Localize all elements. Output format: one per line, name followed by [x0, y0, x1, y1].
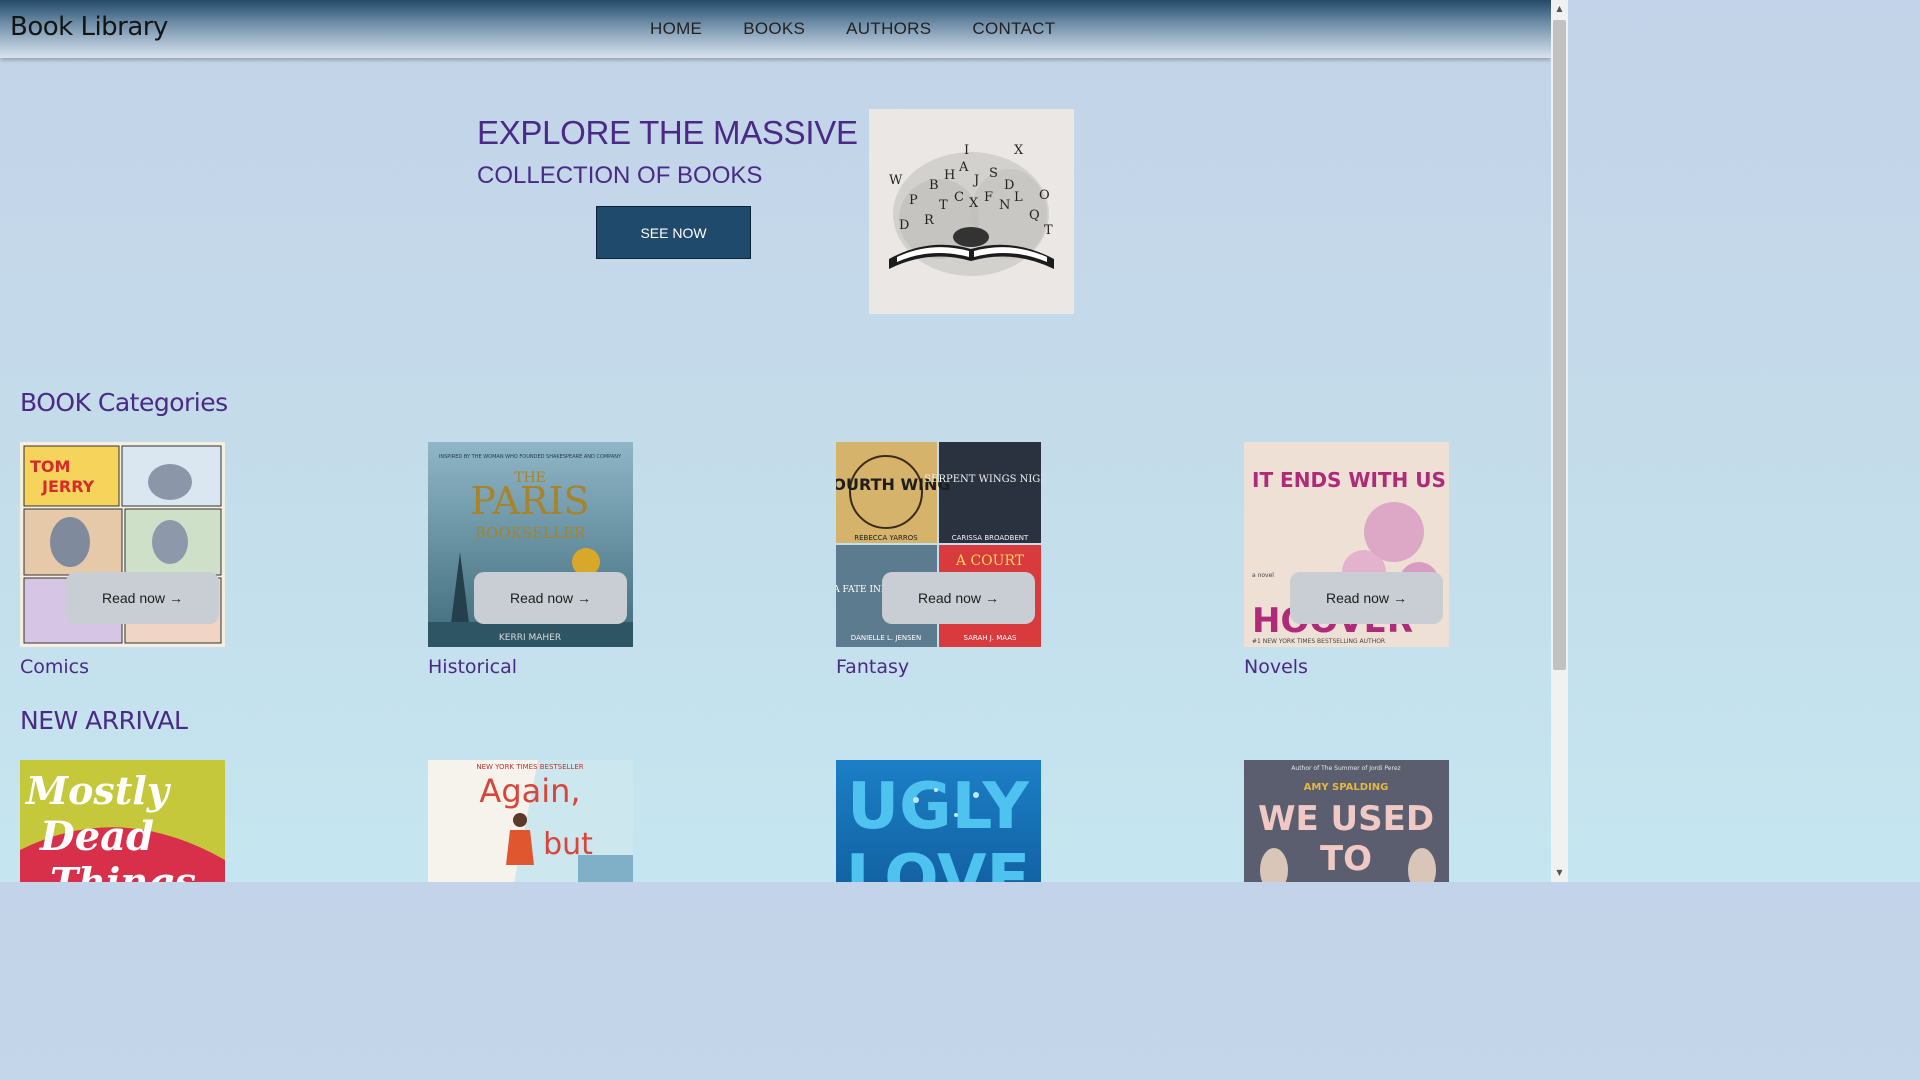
nav-authors[interactable]: AUTHORS [846, 19, 931, 39]
svg-text:S: S [989, 166, 998, 181]
new-arrival-card[interactable]: UGLY LOVE [836, 760, 1041, 882]
cover-text: INSPIRED BY THE WOMAN WHO FOUNDED SHAKES… [439, 454, 622, 460]
new-arrival-card[interactable]: Author of The Summer of Jordi Perez AMY … [1244, 760, 1449, 882]
cover-text: Mostly [24, 768, 172, 813]
read-now-label: Read now [101, 590, 166, 606]
page: Book Library HOME BOOKS AUTHORS CONTACT … [0, 0, 1551, 882]
svg-text:N: N [999, 198, 1010, 213]
category-card-historical[interactable]: INSPIRED BY THE WOMAN WHO FOUNDED SHAKES… [428, 442, 633, 647]
cover-text: REBECCA YARROS [854, 534, 918, 542]
category-card-novels[interactable]: IT ENDS WITH US HOOVER a novel #1 NEW YO… [1244, 442, 1449, 647]
scrollbar-thumb[interactable] [1553, 20, 1566, 670]
svg-text:F: F [984, 190, 993, 205]
new-arrival-title: NEW ARRIVAL [20, 706, 188, 735]
svg-text:L: L [1014, 190, 1023, 205]
scroll-down-arrow-icon[interactable]: ▼ [1553, 866, 1566, 880]
new-arrival-card[interactable]: Mostly Dead Things [20, 760, 225, 882]
svg-text:A: A [958, 160, 969, 175]
category-label-historical[interactable]: Historical [428, 656, 517, 678]
svg-text:Q: Q [1029, 208, 1040, 223]
cover-text: SARAH J. MAAS [964, 634, 1018, 642]
brand-logo[interactable]: Book Library [10, 12, 168, 42]
svg-text:D: D [899, 218, 909, 233]
arrow-right-icon: → [169, 590, 184, 606]
new-arrival-card[interactable]: NEW YORK TIMES BESTSELLER Again, but [428, 760, 633, 882]
cover-text: WE USED [1258, 799, 1434, 839]
nav-home[interactable]: HOME [650, 19, 702, 39]
cover-text: Dead [39, 813, 154, 860]
hero-title: EXPLORE THE MASSIVE [477, 114, 858, 151]
arrow-right-icon: → [1393, 590, 1408, 606]
svg-text:P: P [909, 193, 918, 208]
cover-text: IT ENDS WITH US [1252, 468, 1446, 492]
read-now-button[interactable]: Read now → [1290, 572, 1443, 624]
categories-title: BOOK Categories [20, 388, 228, 417]
read-now-button[interactable]: Read now → [66, 572, 219, 624]
cover-text: A COURT [955, 553, 1025, 569]
arrow-right-icon: → [577, 590, 592, 606]
svg-text:I: I [964, 143, 969, 158]
cover-text: Author of The Summer of Jordi Perez [1291, 765, 1400, 772]
svg-text:H: H [944, 168, 955, 183]
cover-text: TOM [30, 457, 70, 476]
cover-text: NEW YORK TIMES BESTSELLER [476, 763, 583, 771]
read-now-label: Read now [509, 590, 574, 606]
cover-text: BOOKSELLER [475, 524, 586, 542]
hero-book-illustration: BHA JSD TCX FNL RQP ODT XIW [869, 109, 1074, 314]
cover-text: DANIELLE L. JENSEN [851, 634, 921, 642]
cover-text: PARIS [470, 479, 589, 523]
category-label-comics[interactable]: Comics [20, 656, 89, 678]
cover-text: AMY SPALDING [1304, 782, 1389, 793]
cover-text: Things [50, 859, 196, 882]
nav-contact[interactable]: CONTACT [972, 19, 1055, 39]
svg-text:O: O [1039, 188, 1050, 203]
cover-text: SERPENT WINGS NIGHT [924, 474, 1041, 485]
svg-text:D: D [1004, 178, 1014, 193]
scroll-up-arrow-icon[interactable]: ▲ [1553, 2, 1566, 16]
svg-text:B: B [929, 178, 939, 193]
svg-text:W: W [889, 173, 903, 188]
svg-text:R: R [924, 213, 935, 228]
cover-text: LOVE [846, 842, 1030, 882]
main-nav: HOME BOOKS AUTHORS CONTACT [650, 19, 1096, 39]
cover-text: CARISSA BROADBENT [952, 534, 1029, 542]
read-now-label: Read now [1325, 590, 1390, 606]
read-now-label: Read now [917, 590, 982, 606]
see-now-button[interactable]: SEE NOW [596, 206, 751, 259]
svg-text:X: X [969, 196, 979, 211]
category-label-novels[interactable]: Novels [1244, 656, 1308, 678]
cover-text: KERRI MAHER [499, 633, 561, 643]
read-now-button[interactable]: Read now → [882, 572, 1035, 624]
read-now-button[interactable]: Read now → [474, 572, 627, 624]
arrow-right-icon: → [985, 590, 1000, 606]
cover-text: #1 NEW YORK TIMES BESTSELLING AUTHOR [1252, 638, 1385, 645]
cover-text: UGLY [847, 770, 1029, 844]
nav-books[interactable]: BOOKS [743, 19, 805, 39]
hero-subtitle: COLLECTION OF BOOKS [477, 162, 763, 189]
category-card-comics[interactable]: TOM JERRY Read now → [20, 442, 225, 647]
category-label-fantasy[interactable]: Fantasy [836, 656, 909, 678]
cover-text: JERRY [41, 477, 95, 496]
top-header: Book Library HOME BOOKS AUTHORS CONTACT [0, 0, 1551, 58]
category-card-fantasy[interactable]: FOURTH WING REBECCA YARROS SERPENT WINGS… [836, 442, 1041, 647]
cover-text: a novel [1252, 572, 1274, 579]
svg-text:C: C [954, 190, 964, 205]
svg-text:T: T [1044, 223, 1053, 238]
svg-text:T: T [939, 198, 948, 213]
cover-text: Again, [479, 772, 580, 810]
svg-text:J: J [972, 173, 979, 188]
cover-text: TO [1320, 839, 1372, 879]
svg-text:X: X [1014, 143, 1024, 158]
